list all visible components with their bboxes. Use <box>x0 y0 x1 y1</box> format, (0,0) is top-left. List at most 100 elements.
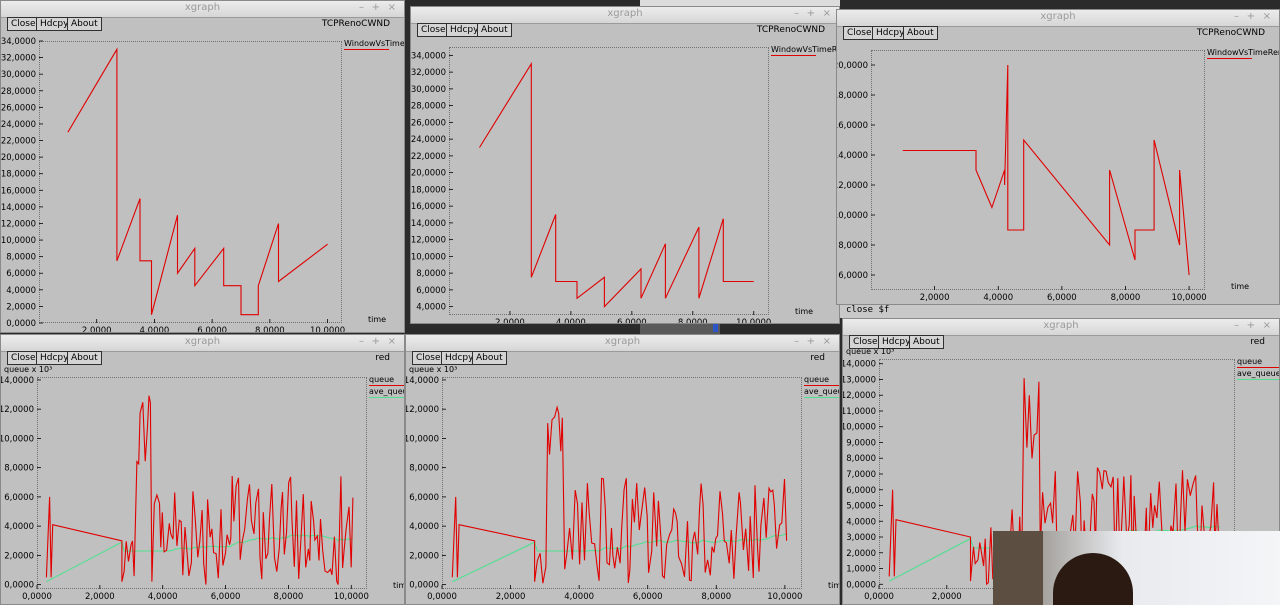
x-tick-label: 8,0000 <box>678 318 708 324</box>
y-tick-label: 8,0000 <box>838 241 868 251</box>
x-tick-label: 10,0000 <box>1172 293 1207 303</box>
x-tick-label: 10,0000 <box>334 592 369 602</box>
x-tick-label: 0,0000 <box>427 592 457 602</box>
y-tick-label: 8,0000 <box>846 454 876 464</box>
y-tick-label: 10,0000 <box>411 252 446 262</box>
y-tick-label: 32,0000 <box>1 54 36 64</box>
x-tick-label: 6,0000 <box>633 592 663 602</box>
y-tick-label: 12,0000 <box>836 181 868 191</box>
y-tick-label: 10,0000 <box>842 423 876 433</box>
y-tick-label: 0,0000 <box>4 581 34 591</box>
y-tick-label: 4,0000 <box>6 286 36 296</box>
y-tick-label: 8,0000 <box>6 253 36 263</box>
y-tick-label: 6,0000 <box>6 269 36 279</box>
xgraph-window[interactable]: xgraph – + × Close Hdcpy About red queue… <box>0 334 405 605</box>
y-tick-label: 30,0000 <box>411 85 446 95</box>
x-tick-label: 4,0000 <box>564 592 594 602</box>
x-tick-label: 6,0000 <box>617 318 647 324</box>
x-tick-label: 2,0000 <box>85 592 115 602</box>
series-line <box>479 61 754 308</box>
y-tick-label: 8,0000 <box>409 464 439 474</box>
y-tick-label: 0,0000 <box>6 319 36 329</box>
y-tick-label: 14,0000 <box>405 376 439 386</box>
y-tick-label: 2,0000 <box>846 549 876 559</box>
x-tick-label: 10,0000 <box>767 592 802 602</box>
y-tick-label: 4,0000 <box>4 522 34 532</box>
y-tick-label: 20,0000 <box>411 169 446 179</box>
x-tick-label: 10,0000 <box>736 318 771 324</box>
x-tick-label: 6,0000 <box>1047 293 1077 303</box>
x-tick-label: 4,0000 <box>556 318 586 324</box>
y-tick-label: 6,0000 <box>838 271 868 281</box>
chart-svg: 0,0000 2,0000 4,0000 6,0000 8,0000 10,0000 12,… <box>405 376 802 602</box>
y-tick-label: 2,0000 <box>409 551 439 561</box>
y-tick-label: 4,0000 <box>416 303 446 313</box>
chart-svg: 0,0000 2,0000 4,0000 6,0000 8,0000 10,0000 12,… <box>0 376 369 602</box>
y-tick-label: 6,0000 <box>4 493 34 503</box>
y-tick-label: 24,0000 <box>1 120 36 130</box>
xgraph-window[interactable]: xgraph – + × Close Hdcpy About TCPRenoCW… <box>0 0 405 333</box>
y-tick-label: 8,0000 <box>4 464 34 474</box>
y-tick-label: 0,0000 <box>846 580 876 590</box>
y-tick-label: 12,0000 <box>0 405 34 415</box>
y-tick-label: 2,0000 <box>6 302 36 312</box>
y-tick-label: 6,0000 <box>416 286 446 296</box>
y-tick-label: 13,0000 <box>842 375 876 385</box>
series-line <box>902 64 1190 276</box>
x-tick-label: 4,0000 <box>148 592 178 602</box>
y-tick-label: 12,0000 <box>1 219 36 229</box>
y-tick-label: 32,0000 <box>411 68 446 78</box>
x-tick-label: 8,0000 <box>1111 293 1141 303</box>
y-tick-label: 26,0000 <box>411 118 446 128</box>
y-tick-label: 18,0000 <box>411 185 446 195</box>
y-tick-label: 3,0000 <box>846 533 876 543</box>
x-tick-label: 10,0000 <box>310 326 345 333</box>
y-tick-label: 20,0000 <box>1 153 36 163</box>
y-tick-label: 14,0000 <box>0 376 34 386</box>
y-tick-label: 6,0000 <box>846 486 876 496</box>
y-tick-label: 7,0000 <box>846 470 876 480</box>
y-tick-label: 10,0000 <box>836 211 868 221</box>
x-tick-label: 0,0000 <box>864 592 894 602</box>
y-tick-label: 30,0000 <box>1 70 36 80</box>
x-tick-label: 4,0000 <box>140 326 170 333</box>
y-tick-label: 28,0000 <box>1 87 36 97</box>
terminal-window[interactable]: close $f <box>840 305 1280 318</box>
y-tick-label: 18,0000 <box>836 91 868 101</box>
y-tick-label: 2,0000 <box>4 551 34 561</box>
y-tick-label: 4,0000 <box>846 517 876 527</box>
xgraph-window[interactable]: xgraph – + × Close Hdcpy About red queue… <box>405 334 840 605</box>
y-tick-label: 34,0000 <box>411 51 446 61</box>
chart-svg: 0,0000 2,0000 4,0000 6,0000 8,0000 10,0000 12,… <box>1 37 345 333</box>
xgraph-window[interactable]: xgraph – + × Close Hdcpy About TCPRenoCW… <box>410 6 840 324</box>
x-tick-label: 6,0000 <box>197 326 227 333</box>
x-tick-label: 2,0000 <box>920 293 950 303</box>
series-line <box>45 395 354 585</box>
y-tick-label: 22,0000 <box>1 137 36 147</box>
webcam-door <box>993 531 1043 605</box>
y-tick-label: 16,0000 <box>411 202 446 212</box>
terminal-text: close $f <box>846 305 890 315</box>
series-line <box>451 405 788 584</box>
y-tick-label: 10,0000 <box>0 434 34 444</box>
y-tick-label: 12,0000 <box>842 391 876 401</box>
y-tick-label: 4,0000 <box>409 522 439 532</box>
y-tick-label: 22,0000 <box>411 152 446 162</box>
x-tick-label: 8,0000 <box>255 326 285 333</box>
y-tick-label: 14,0000 <box>836 151 868 161</box>
x-tick-label: 2,0000 <box>932 592 962 602</box>
y-tick-label: 12,0000 <box>411 236 446 246</box>
xgraph-window[interactable]: xgraph – + × Close Hdcpy About TCPRenoCW… <box>836 9 1280 305</box>
x-tick-label: 2,0000 <box>495 318 525 324</box>
y-tick-label: 6,0000 <box>409 493 439 503</box>
y-tick-label: 26,0000 <box>1 103 36 113</box>
y-tick-label: 11,0000 <box>842 407 876 417</box>
x-tick-label: 4,0000 <box>983 293 1013 303</box>
x-tick-label: 8,0000 <box>701 592 731 602</box>
x-tick-label: 8,0000 <box>274 592 304 602</box>
y-tick-label: 14,0000 <box>1 203 36 213</box>
y-tick-label: 16,0000 <box>1 186 36 196</box>
y-tick-label: 24,0000 <box>411 135 446 145</box>
chart-svg: 6,0000 8,0000 10,0000 12,0000 14,0000 16,0000… <box>836 61 1207 303</box>
y-tick-label: 28,0000 <box>411 102 446 112</box>
